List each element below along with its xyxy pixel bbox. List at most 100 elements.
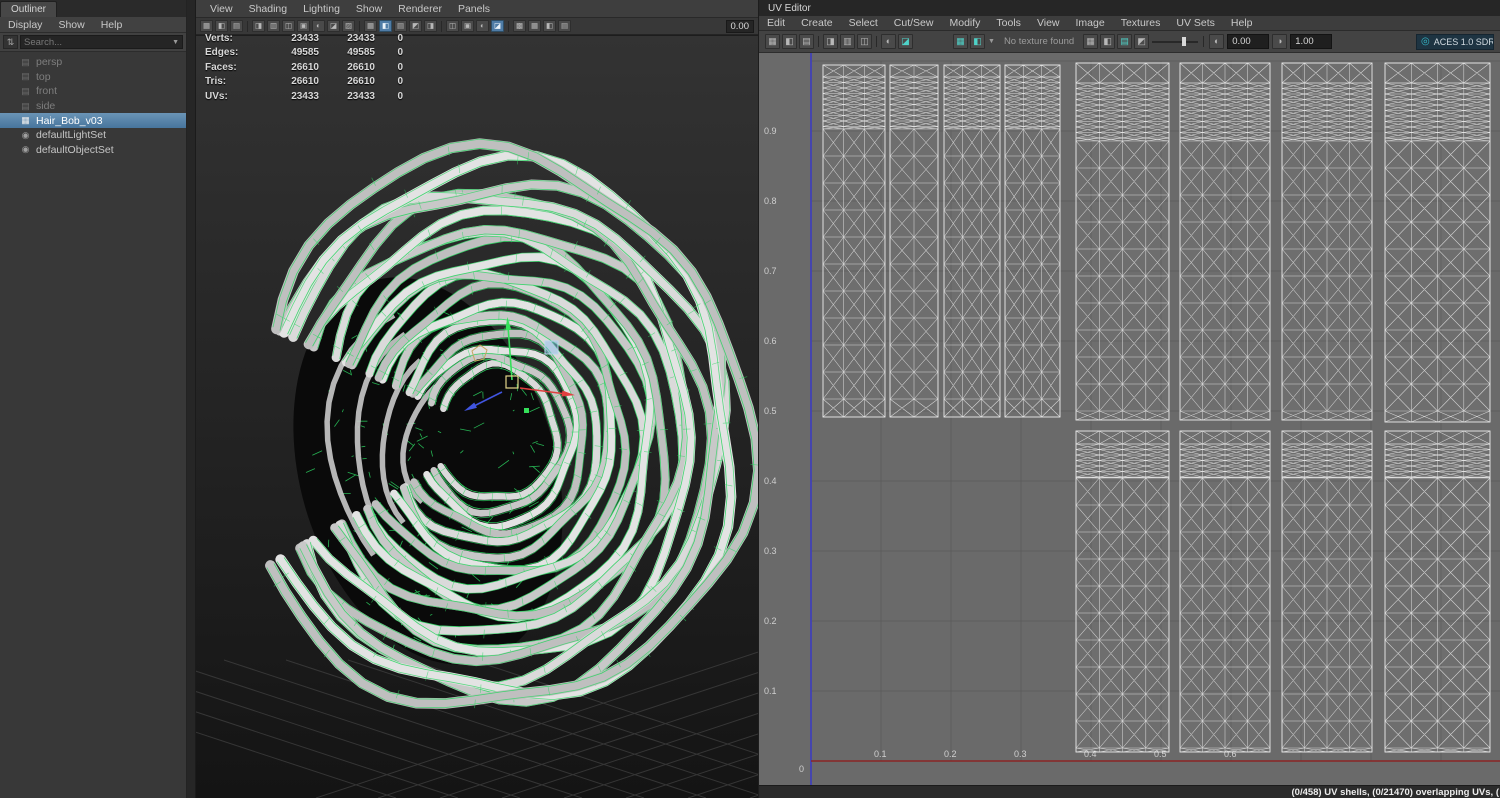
safe-title-icon[interactable]: ▨ [342, 20, 355, 32]
viewport-menu-shading[interactable]: Shading [241, 3, 296, 15]
gamma-field[interactable]: 1.00 [1290, 34, 1333, 49]
rotate-uv-icon[interactable]: ▤ [1117, 34, 1133, 49]
outliner-item-side[interactable]: ▤ side [0, 99, 186, 114]
hud-selected: 23433 [347, 90, 375, 102]
outliner-panel: Outliner Display Show Help ⇅ Search... ▼ ▤… [0, 0, 187, 798]
texture-dropdown-icon[interactable]: ▼ [988, 38, 995, 45]
viewport-menu-view[interactable]: View [202, 3, 241, 15]
view-transform-icon: ◎ [1421, 36, 1430, 47]
uv-menu-help[interactable]: Help [1223, 17, 1261, 29]
display-image-icon[interactable]: ▦ [953, 34, 968, 49]
v-tick-label: 0.2 [764, 616, 777, 626]
camera-attributes-icon[interactable]: ▤ [230, 20, 243, 32]
toolbar-separator [359, 20, 360, 32]
toolbar-separator [1203, 36, 1205, 47]
use-default-material-icon[interactable]: ◨ [424, 20, 437, 32]
outliner-item-front[interactable]: ▤ front [0, 84, 186, 99]
shaded-icon[interactable]: ◧ [379, 20, 392, 32]
outliner-tab[interactable]: Outliner [0, 1, 58, 17]
exposure-icon[interactable]: ◐ [1209, 34, 1225, 49]
slider-handle[interactable] [1182, 37, 1187, 46]
hud-total: 26610 [291, 61, 319, 73]
uv-menu-select[interactable]: Select [841, 17, 886, 29]
film-gate-icon[interactable]: ▥ [267, 20, 280, 32]
panel-splitter[interactable] [187, 0, 196, 798]
shade-uvs-icon[interactable]: ◫ [857, 34, 872, 49]
wireframe-icon[interactable]: ▦ [364, 20, 377, 32]
viewport-menubar: View Shading Lighting Show Renderer Panels [196, 0, 758, 18]
v-tick-label: 0.9 [764, 126, 777, 136]
viewport-menu-panels[interactable]: Panels [450, 3, 498, 15]
uv-canvas[interactable]: 00.10.20.30.40.50.60.70.80.90.1 0.2 0.3 0.4… [759, 53, 1500, 785]
outliner-item-Hair_Bob_v03[interactable]: ▦ Hair_Bob_v03 [0, 113, 186, 128]
uv-menu-modify[interactable]: Modify [941, 17, 988, 29]
viewport-menu-renderer[interactable]: Renderer [390, 3, 450, 15]
hud-other: 0 [397, 76, 403, 88]
hud-label: Verts: [205, 33, 233, 44]
uv-menu-edit[interactable]: Edit [759, 17, 793, 29]
uv-menu-view[interactable]: View [1029, 17, 1068, 29]
hud-other: 0 [397, 47, 403, 59]
xray-icon[interactable]: ▦ [528, 20, 541, 32]
shadows-icon[interactable]: ▣ [461, 20, 474, 32]
outliner-menu-help[interactable]: Help [93, 19, 131, 31]
uv-menu-image[interactable]: Image [1068, 17, 1113, 29]
flip-uv-icon[interactable]: ◩ [1134, 34, 1150, 49]
grid-display-icon[interactable]: ◨ [252, 20, 265, 32]
poly-count-hud: Verts: 23433 23433 0 Edges: 49585 49585 0 Faces:… [205, 33, 403, 102]
search-dropdown-icon[interactable]: ▼ [172, 39, 179, 46]
uv-menu-cut-sew[interactable]: Cut/Sew [886, 17, 942, 29]
resolution-gate-icon[interactable]: ◫ [282, 20, 295, 32]
gamma-toggle-icon[interactable]: ▤ [558, 20, 571, 32]
anti-aliasing-icon[interactable]: ◪ [491, 20, 504, 32]
checker-map-icon[interactable]: ◧ [970, 34, 985, 49]
viewport-menu-show[interactable]: Show [348, 3, 390, 15]
uv-menu-uv-sets[interactable]: UV Sets [1168, 17, 1223, 29]
outliner-item-defaultObjectSet[interactable]: ◉ defaultObjectSet [0, 143, 186, 158]
outliner-item-top[interactable]: ▤ top [0, 70, 186, 85]
uv-editor-titlebar[interactable]: UV Editor [759, 0, 1500, 16]
dim-image-icon[interactable]: ▤ [799, 34, 814, 49]
uv-menu-tools[interactable]: Tools [988, 17, 1029, 29]
grid-icon[interactable]: ◨ [823, 34, 838, 49]
isolate-select-icon[interactable]: ▩ [513, 20, 526, 32]
camera-snapshot-icon[interactable]: ◪ [898, 34, 913, 49]
lighting-all-icon[interactable]: ◫ [446, 20, 459, 32]
isolate-select-uv-icon[interactable]: ◐ [881, 34, 896, 49]
lock-camera-icon[interactable]: ◧ [215, 20, 228, 32]
safe-action-icon[interactable]: ◪ [327, 20, 340, 32]
wireframe-on-shaded-icon[interactable]: ▤ [394, 20, 407, 32]
screen-space-ao-icon[interactable]: ◐ [476, 20, 489, 32]
outliner-menu-display[interactable]: Display [0, 19, 50, 31]
set-icon: ◉ [21, 129, 30, 140]
outliner-menu-show[interactable]: Show [50, 19, 92, 31]
gate-mask-icon[interactable]: ▣ [297, 20, 310, 32]
outliner-item-defaultLightSet[interactable]: ◉ defaultLightSet [0, 128, 186, 143]
pixel-snap-icon[interactable]: ▥ [840, 34, 855, 49]
exposure-toggle-icon[interactable]: ◧ [543, 20, 556, 32]
hud-other: 0 [397, 90, 403, 102]
outliner-item-persp[interactable]: ▤ persp [0, 55, 186, 70]
outliner-item-label: persp [36, 56, 63, 69]
search-input[interactable]: Search... ▼ [20, 35, 183, 49]
exposure-field[interactable]: 0.00 [1227, 34, 1270, 49]
texture-borders-icon[interactable]: ◧ [782, 34, 797, 49]
viewport-panel: View Shading Lighting Show Renderer Panels ▦ ◧… [196, 0, 758, 798]
viewport-menu-lighting[interactable]: Lighting [295, 3, 348, 15]
gamma-icon[interactable]: ◑ [1272, 34, 1288, 49]
uv-snapshot-icon[interactable]: ▦ [1083, 34, 1099, 49]
viewport-canvas[interactable] [196, 36, 758, 798]
filter-icon[interactable]: ⇅ [3, 35, 18, 49]
exposure-slider[interactable] [1152, 34, 1199, 49]
view-transform-select[interactable]: ◎ ACES 1.0 SDR-v [1416, 33, 1494, 50]
field-chart-icon[interactable]: ◐ [312, 20, 325, 32]
stack-shells-icon[interactable]: ◧ [1100, 34, 1116, 49]
textured-icon[interactable]: ◩ [409, 20, 422, 32]
viewport-value-field[interactable]: 0.00 [725, 19, 754, 33]
uv-menu-create[interactable]: Create [793, 17, 841, 29]
uv-menu-textures[interactable]: Textures [1113, 17, 1169, 29]
outliner-item-label: top [36, 70, 51, 83]
outliner-item-label: side [36, 100, 56, 113]
select-camera-icon[interactable]: ▦ [200, 20, 213, 32]
uv-distortion-icon[interactable]: ▦ [765, 34, 780, 49]
